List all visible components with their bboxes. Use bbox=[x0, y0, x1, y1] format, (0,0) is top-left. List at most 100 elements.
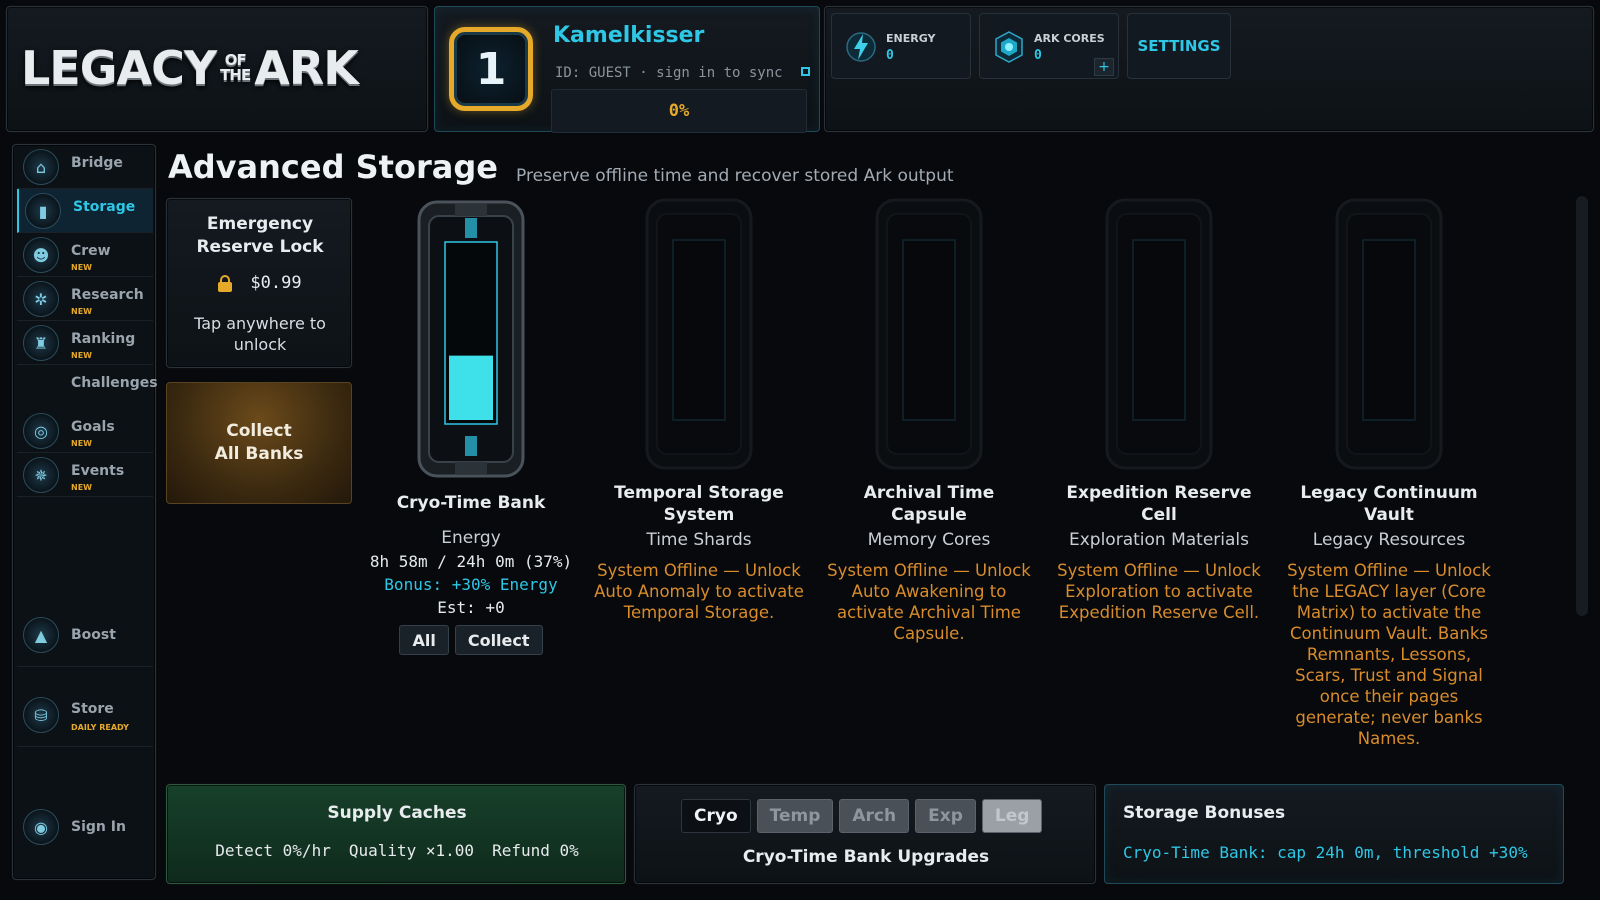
level-number: 1 bbox=[475, 43, 507, 95]
add-ark-cores-button[interactable]: + bbox=[1094, 58, 1114, 76]
sidebar-item-events[interactable]: ✵ Events NEW bbox=[17, 453, 153, 497]
padlock-icon bbox=[218, 275, 233, 292]
bank-name-line1: Temporal Storage bbox=[614, 483, 784, 503]
collect-button[interactable]: Collect bbox=[454, 625, 543, 655]
collect-all-toggle-button[interactable]: All bbox=[399, 625, 449, 655]
emergency-reserve-lock-card[interactable]: Emergency Reserve Lock $0.99 Tap anywher… bbox=[166, 198, 352, 368]
logo-of-the: OF THE bbox=[220, 53, 251, 83]
tab-cryo[interactable]: Cryo bbox=[681, 799, 751, 833]
sidebar-item-crew[interactable]: ☻ Crew NEW bbox=[17, 233, 153, 277]
sidebar-item-goals[interactable]: ◎ Goals NEW bbox=[17, 409, 153, 453]
capsule-cryo bbox=[415, 196, 527, 482]
bank-name: Archival Time Capsule bbox=[814, 482, 1044, 526]
collect-all-banks-button[interactable]: Collect All Banks bbox=[166, 382, 352, 504]
capsule-temporal bbox=[643, 196, 755, 472]
bank-expedition-reserve: Expedition Reserve Cell Exploration Mate… bbox=[1044, 196, 1274, 623]
level-badge: 1 bbox=[449, 27, 533, 111]
offline-line: Exploration to activate bbox=[1065, 582, 1253, 601]
bank-legacy-continuum: Legacy Continuum Vault Legacy Resources … bbox=[1274, 196, 1504, 749]
offline-line: the LEGACY layer (Core bbox=[1292, 582, 1486, 601]
bank-buttons: All Collect bbox=[356, 625, 586, 655]
sidebar-item-label: Boost bbox=[71, 627, 116, 643]
bank-resource: Energy bbox=[441, 528, 501, 548]
tab-temp[interactable]: Temp bbox=[756, 799, 834, 833]
offline-line: System Offline — Unlock bbox=[827, 561, 1031, 580]
lock-hint-line2: unlock bbox=[233, 335, 287, 354]
offline-line: Remnants, Lessons, bbox=[1306, 645, 1472, 664]
sidebar-item-label: Events bbox=[71, 463, 125, 479]
bank-name-line2: System bbox=[663, 505, 735, 525]
tab-leg[interactable]: Leg bbox=[981, 799, 1043, 833]
storage-bonuses-title: Storage Bonuses bbox=[1123, 803, 1286, 823]
bank-resource: Memory Cores bbox=[867, 530, 991, 550]
bank-resource: Legacy Resources bbox=[1312, 530, 1466, 550]
bank-name-line1: Expedition Reserve bbox=[1066, 483, 1252, 503]
tab-arch[interactable]: Arch bbox=[839, 799, 910, 833]
offline-line: Scars, Trust and Signal bbox=[1295, 666, 1483, 685]
profile-panel: 1 Kamelkisser ID: GUEST · sign in to syn… bbox=[434, 6, 820, 133]
sidebar-item-label: Ranking bbox=[71, 331, 136, 347]
bank-name: Temporal Storage System bbox=[584, 482, 814, 526]
logo-word-ark: ARK bbox=[254, 41, 359, 95]
tab-exp[interactable]: Exp bbox=[915, 799, 976, 833]
new-badge: NEW bbox=[71, 439, 92, 448]
page-title: Advanced Storage bbox=[168, 148, 498, 186]
supply-caches-title: Supply Caches bbox=[327, 803, 467, 823]
sidebar-item-bridge[interactable]: ⌂ Bridge bbox=[17, 145, 153, 189]
level-progress: 0% bbox=[551, 89, 807, 133]
sidebar-item-research[interactable]: ✲ Research NEW bbox=[17, 277, 153, 321]
ark-cores-chip[interactable]: ARK CORES 0 + bbox=[979, 13, 1119, 79]
ark-cores-label: ARK CORES bbox=[1034, 32, 1105, 45]
offline-line: System Offline — Unlock bbox=[1057, 561, 1261, 580]
new-badge: NEW bbox=[71, 483, 92, 492]
supply-quality: Quality ×1.00 bbox=[348, 841, 475, 860]
new-badge: NEW bbox=[71, 263, 92, 272]
sidebar-item-label: Research bbox=[71, 287, 144, 303]
energy-value: 0 bbox=[886, 48, 894, 63]
energy-chip[interactable]: ENERGY 0 bbox=[831, 13, 971, 79]
sidebar-item-sign-in[interactable]: ◉ Sign In bbox=[17, 799, 153, 859]
storage-bonus-line: Cryo-Time Bank: cap 24h 0m, threshold +3… bbox=[1123, 843, 1528, 862]
offline-line: once their pages bbox=[1319, 687, 1459, 706]
offline-line: System Offline — Unlock bbox=[597, 561, 801, 580]
sync-icon[interactable] bbox=[801, 67, 810, 76]
locked-capsule-graphic bbox=[875, 198, 983, 470]
game-logo: LEGACY OF THE ARK bbox=[21, 41, 421, 95]
bank-name: Cryo-Time Bank bbox=[396, 493, 546, 513]
sidebar-item-label: Store bbox=[71, 701, 114, 717]
bank-estimate: Est: +0 bbox=[437, 598, 505, 617]
bank-name-line1: Archival Time bbox=[863, 483, 995, 503]
lock-hint-line1: Tap anywhere to bbox=[194, 314, 326, 333]
ark-cores-value: 0 bbox=[1034, 48, 1042, 63]
storage-bonuses-panel: Storage Bonuses Cryo-Time Bank: cap 24h … bbox=[1104, 784, 1564, 884]
sidebar-item-challenges[interactable]: Challenges bbox=[71, 375, 158, 391]
bank-offline-message: System Offline — Unlock the LEGACY layer… bbox=[1274, 560, 1504, 749]
collect-all-line1: Collect bbox=[226, 421, 292, 441]
offline-line: generate; never banks bbox=[1295, 708, 1483, 727]
lock-card-title: Emergency Reserve Lock bbox=[167, 213, 353, 259]
sidebar-item-ranking[interactable]: ♜ Ranking NEW bbox=[17, 321, 153, 365]
sidebar-item-store[interactable]: ⛁ Store DAILY READY bbox=[17, 687, 153, 747]
new-badge: NEW bbox=[71, 351, 92, 360]
supply-stats: Detect 0%/hr Quality ×1.00 Refund 0% bbox=[167, 841, 627, 860]
locked-capsule-graphic bbox=[1335, 198, 1443, 470]
sidebar-item-storage[interactable]: ▮ Storage bbox=[17, 189, 153, 233]
lightning-icon bbox=[846, 32, 876, 62]
offline-line: activate Archival Time bbox=[837, 603, 1021, 622]
lock-hint: Tap anywhere to unlock bbox=[167, 313, 353, 355]
settings-button[interactable]: SETTINGS bbox=[1127, 13, 1231, 79]
bank-archival-time: Archival Time Capsule Memory Cores Syste… bbox=[814, 196, 1044, 644]
bank-resource: Exploration Materials bbox=[1068, 530, 1249, 550]
upgrades-title: Cryo-Time Bank Upgrades bbox=[742, 847, 990, 867]
core-gem-icon bbox=[995, 31, 1023, 63]
player-name[interactable]: Kamelkisser bbox=[553, 23, 704, 48]
offline-line: Matrix) to activate the bbox=[1296, 603, 1482, 622]
research-icon: ✲ bbox=[23, 281, 59, 317]
upgrades-panel: Cryo Temp Arch Exp Leg Cryo-Time Bank Up… bbox=[634, 784, 1096, 884]
new-badge: NEW bbox=[71, 307, 92, 316]
sidebar-item-boost[interactable]: ▲ Boost bbox=[17, 607, 153, 667]
main-scrollbar[interactable] bbox=[1576, 196, 1588, 616]
player-id-line[interactable]: ID: GUEST · sign in to sync bbox=[555, 65, 783, 81]
bank-offline-message: System Offline — Unlock Auto Anomaly to … bbox=[584, 560, 814, 623]
storage-icon: ▮ bbox=[25, 193, 61, 229]
